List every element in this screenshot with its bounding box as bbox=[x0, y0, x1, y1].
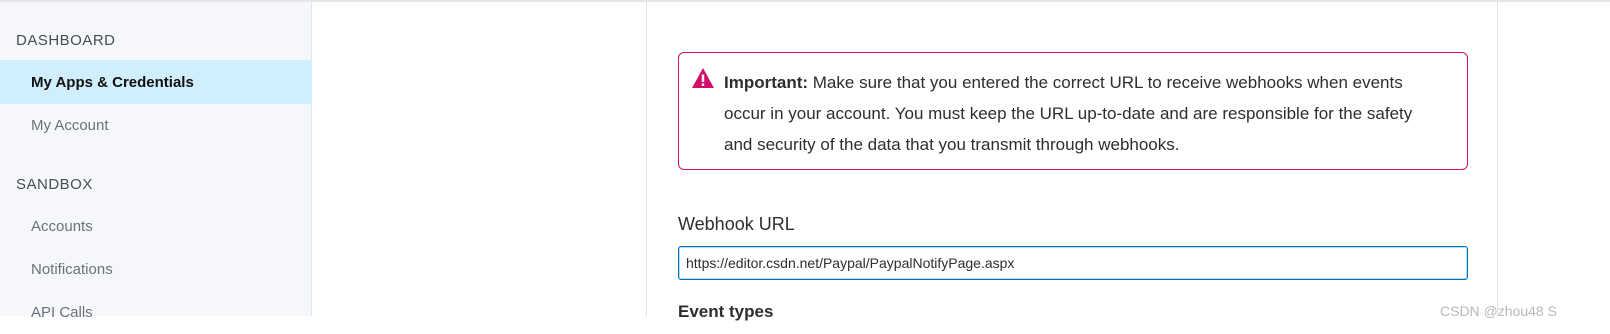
sidebar-item-label: Notifications bbox=[31, 260, 113, 278]
alert-bold-label: Important: bbox=[724, 73, 809, 92]
sidebar-item-my-account[interactable]: My Account bbox=[0, 103, 312, 147]
sidebar-item-label: API Calls bbox=[31, 303, 93, 321]
dashboard-section-title: DASHBOARD bbox=[16, 32, 116, 49]
alert-body-text: Make sure that you entered the correct U… bbox=[724, 73, 1413, 154]
sidebar-item-label: My Apps & Credentials bbox=[31, 73, 194, 91]
sandbox-section-title: SANDBOX bbox=[16, 176, 93, 193]
main-content: Important: Make sure that you entered th… bbox=[646, 2, 1498, 321]
warning-triangle-icon bbox=[692, 68, 714, 88]
event-types-label: Event types bbox=[678, 302, 774, 321]
sidebar-item-notifications[interactable]: Notifications bbox=[0, 247, 312, 291]
sidebar-item-accounts[interactable]: Accounts bbox=[0, 204, 312, 248]
sidebar: DASHBOARD My Apps & Credentials My Accou… bbox=[0, 2, 312, 321]
sidebar-item-label: My Account bbox=[31, 116, 109, 134]
watermark: CSDN @zhou48 S bbox=[1440, 303, 1557, 319]
sidebar-item-label: Accounts bbox=[31, 217, 93, 235]
important-alert: Important: Make sure that you entered th… bbox=[678, 52, 1468, 170]
webhook-url-input[interactable] bbox=[678, 246, 1468, 280]
webhook-url-label: Webhook URL bbox=[678, 214, 795, 234]
sidebar-item-api-calls[interactable]: API Calls bbox=[0, 290, 312, 334]
alert-message: Important: Make sure that you entered th… bbox=[724, 67, 1444, 160]
sidebar-item-my-apps-credentials[interactable]: My Apps & Credentials bbox=[0, 60, 312, 104]
